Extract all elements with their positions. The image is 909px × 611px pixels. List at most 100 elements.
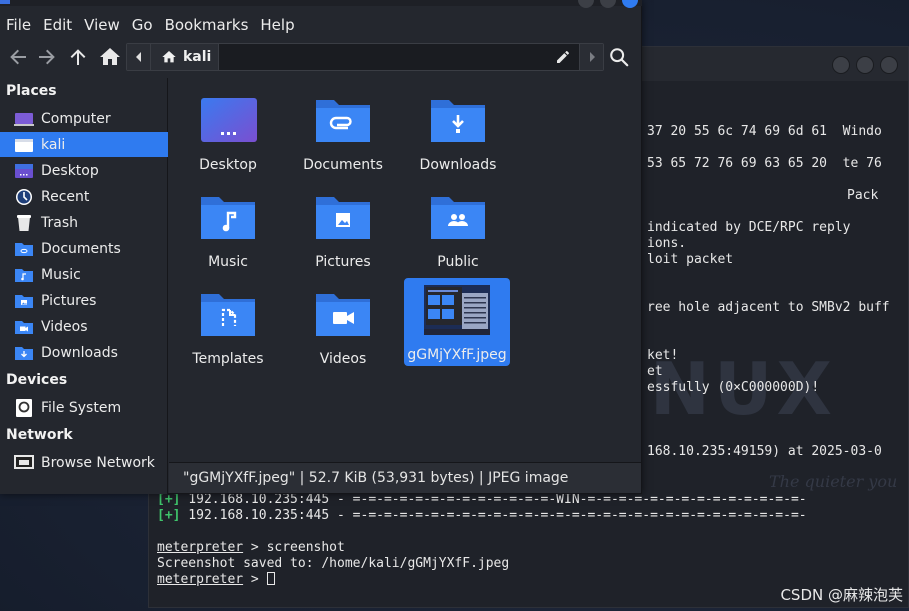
- terminal-close-button[interactable]: [880, 56, 898, 74]
- minimize-button[interactable]: [578, 0, 594, 8]
- menu-file[interactable]: File: [0, 12, 37, 38]
- sidebar-item-label: Documents: [41, 240, 121, 257]
- sidebar-item-label: Recent: [41, 188, 90, 205]
- chevron-right-icon: [590, 52, 595, 62]
- success-prefix: [+]: [157, 508, 181, 523]
- sidebar-item-label: Computer: [41, 110, 111, 127]
- result-text: 192.168.10.235:445 - =-=-=-=-=-=-=-=-=-=…: [180, 508, 807, 523]
- sidebar-item-label: Music: [41, 266, 81, 283]
- prompt-suffix: >: [243, 572, 267, 587]
- success-prefix: [+]: [157, 492, 181, 507]
- grid-item-videos[interactable]: Videos: [287, 278, 399, 370]
- music-folder-icon: [15, 268, 33, 282]
- menu-edit[interactable]: Edit: [37, 12, 78, 38]
- path-scroll-right-button[interactable]: [579, 44, 603, 70]
- grid-item-label: Pictures: [315, 254, 371, 270]
- sidebar-item-label: Pictures: [41, 292, 97, 309]
- sidebar-item-file-system[interactable]: File System: [0, 395, 168, 420]
- terminal-command-line: meterpreter > screenshot: [157, 540, 345, 556]
- drive-icon: [16, 398, 32, 417]
- grid-item-public[interactable]: Public: [402, 181, 514, 273]
- window-top-edge: [0, 0, 642, 6]
- grid-item-label: Templates: [192, 351, 264, 367]
- grid-item-templates[interactable]: Templates: [172, 278, 284, 370]
- documents-folder-icon: [316, 100, 370, 142]
- text-cursor: [266, 572, 275, 585]
- forward-arrow-icon[interactable]: [35, 45, 59, 69]
- close-button[interactable]: [622, 0, 638, 8]
- pictures-folder-icon: [15, 294, 33, 308]
- templates-folder-icon: [201, 294, 255, 336]
- up-arrow-icon[interactable]: [66, 45, 90, 69]
- sidebar-item-label: Videos: [41, 318, 88, 335]
- meterpreter-prompt: meterpreter: [157, 540, 244, 555]
- app-icon: [0, 0, 10, 4]
- sidebar-item-desktop[interactable]: Desktop: [0, 158, 168, 183]
- grid-item-gGMjYXfF-jpeg[interactable]: gGMjYXfF.jpeg: [404, 278, 510, 366]
- sidebar-section-places: Places: [6, 83, 57, 99]
- terminal-output-line: Screenshot saved to: /home/kali/gGMjYXfF…: [157, 556, 510, 571]
- grid-item-label: Music: [208, 254, 248, 270]
- file-manager-window[interactable]: File Edit View Go Bookmarks Help kali Pl…: [0, 0, 642, 494]
- pictures-folder-icon: [316, 197, 370, 239]
- grid-item-label: Documents: [303, 157, 383, 173]
- grid-item-desktop[interactable]: Desktop: [172, 84, 284, 176]
- sidebar-item-trash[interactable]: Trash: [0, 210, 168, 235]
- menu-view[interactable]: View: [78, 12, 126, 38]
- sidebar-item-documents[interactable]: Documents: [0, 236, 168, 261]
- grid-item-downloads[interactable]: Downloads: [402, 84, 514, 176]
- desktop-icon: [15, 163, 33, 178]
- file-grid[interactable]: Desktop Documents Downloads Music Pictur…: [169, 78, 641, 462]
- videos-folder-icon: [316, 294, 370, 336]
- terminal-line: Pack: [847, 188, 879, 203]
- terminal-input-line[interactable]: meterpreter >: [157, 572, 275, 588]
- music-folder-icon: [201, 197, 255, 239]
- downloads-folder-icon: [15, 346, 33, 360]
- path-scroll-left-button[interactable]: [127, 44, 151, 70]
- search-icon[interactable]: [608, 46, 630, 68]
- sidebar-item-computer[interactable]: Computer: [0, 106, 168, 131]
- terminal-result-line: [+] 192.168.10.235:445 - =-=-=-=-=-=-=-=…: [157, 508, 807, 524]
- sidebar-item-label: Trash: [41, 214, 78, 231]
- sidebar-item-videos[interactable]: Videos: [0, 314, 168, 339]
- chevron-left-icon: [136, 52, 141, 62]
- menu-go[interactable]: Go: [126, 12, 159, 38]
- sidebar-item-label: Browse Network: [41, 454, 155, 471]
- terminal-line: ket!: [647, 348, 679, 363]
- sidebar-item-label: Downloads: [41, 344, 118, 361]
- home-folder-icon: [15, 138, 33, 152]
- back-arrow-icon[interactable]: [6, 45, 30, 69]
- terminal-minimize-button[interactable]: [832, 56, 850, 74]
- pencil-icon[interactable]: [555, 49, 571, 65]
- path-segment-home[interactable]: kali: [151, 44, 219, 70]
- sidebar-item-downloads[interactable]: Downloads: [0, 340, 168, 365]
- menu-bookmarks[interactable]: Bookmarks: [159, 12, 255, 38]
- menu-bar: File Edit View Go Bookmarks Help: [0, 12, 641, 38]
- home-icon[interactable]: [98, 45, 122, 69]
- terminal-line: et: [647, 364, 663, 379]
- terminal-line: ions.: [647, 236, 687, 251]
- grid-item-label: Public: [437, 254, 479, 270]
- terminal-maximize-button[interactable]: [856, 56, 874, 74]
- sidebar-item-recent[interactable]: Recent: [0, 184, 168, 209]
- grid-item-documents[interactable]: Documents: [287, 84, 399, 176]
- downloads-folder-icon: [431, 100, 485, 142]
- public-folder-icon: [431, 197, 485, 239]
- sidebar-item-browse-network[interactable]: Browse Network: [0, 450, 168, 475]
- maximize-button[interactable]: [600, 0, 616, 8]
- sidebar-item-label: Desktop: [41, 162, 99, 179]
- grid-item-label: gGMjYXfF.jpeg: [407, 347, 507, 363]
- location-input[interactable]: [219, 44, 575, 70]
- path-bar: kali: [126, 43, 604, 71]
- sidebar-item-kali[interactable]: kali: [0, 132, 168, 157]
- menu-help[interactable]: Help: [254, 12, 300, 38]
- grid-item-pictures[interactable]: Pictures: [287, 181, 399, 273]
- terminal-line: 53 65 72 76 69 63 65 20 te 76: [647, 156, 882, 171]
- grid-item-music[interactable]: Music: [172, 181, 284, 273]
- image-thumbnail-icon: [424, 285, 490, 335]
- sidebar-item-pictures[interactable]: Pictures: [0, 288, 168, 313]
- sidebar-item-music[interactable]: Music: [0, 262, 168, 287]
- terminal-line: essfully (0×C000000D)!: [647, 380, 820, 395]
- status-bar: "gGMjYXfF.jpeg" | 52.7 KiB (53,931 bytes…: [169, 462, 641, 493]
- meterpreter-prompt: meterpreter: [157, 572, 244, 587]
